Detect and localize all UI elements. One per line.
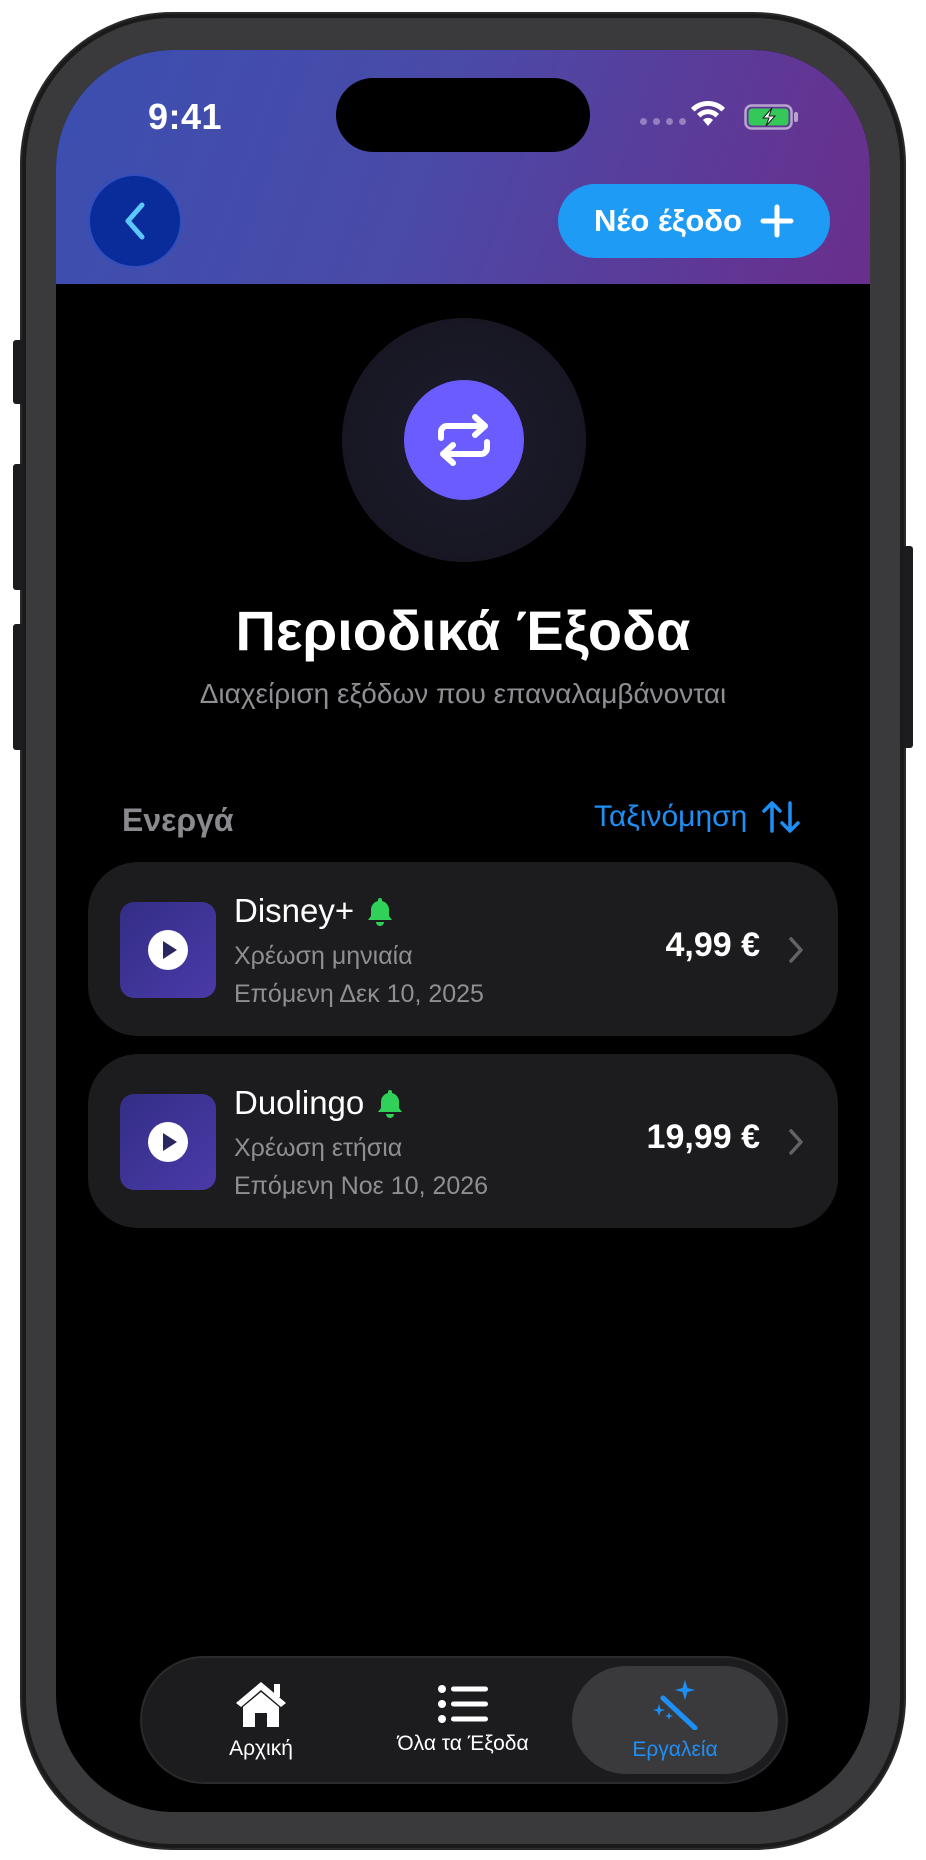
dynamic-island xyxy=(336,78,590,152)
mute-switch xyxy=(13,340,23,404)
play-icon xyxy=(148,1122,188,1162)
cellular-signal-icon xyxy=(640,118,686,125)
section-label-active: Ενεργά xyxy=(122,802,234,838)
repeat-icon xyxy=(438,414,490,466)
power-button xyxy=(903,546,913,748)
hero-icon-circle xyxy=(404,380,524,500)
play-icon xyxy=(148,930,188,970)
tab-all-expenses-label: Όλα τα Έξοδα xyxy=(397,1732,529,1755)
house-icon xyxy=(236,1682,286,1727)
tab-bar: Αρχική Όλα τα Έξοδα Εργαλεία xyxy=(142,1658,786,1782)
new-expense-button[interactable]: Νέο έξοδο xyxy=(558,184,830,258)
page-title: Περιοδικά Έξοδα xyxy=(235,599,691,662)
expense-next-date: Επόμενη Νοε 10, 2026 xyxy=(234,1172,489,1200)
expense-name-row: Disney+ xyxy=(234,892,394,930)
tab-all-expenses[interactable]: Όλα τα Έξοδα xyxy=(368,1666,558,1774)
sort-button[interactable]: Ταξινόμηση xyxy=(594,800,801,834)
bell-icon xyxy=(378,1090,403,1118)
expense-amount: 19,99 € xyxy=(646,1118,760,1156)
expense-name: Duolingo xyxy=(234,1084,365,1121)
expense-billing: Χρέωση μηνιαία xyxy=(234,942,413,970)
list-icon xyxy=(438,1685,488,1723)
new-expense-label: Νέο έξοδο xyxy=(593,203,742,238)
tab-tools[interactable]: Εργαλεία xyxy=(572,1666,778,1774)
volume-down-button xyxy=(13,624,23,750)
expense-card[interactable]: Duolingo Χρέωση ετήσια Επόμενη Νοε 10, 2… xyxy=(88,1054,838,1228)
back-button[interactable] xyxy=(90,176,180,266)
screen: 9:41 Νέο έξοδο Περιοδικά Έξοδα Διαχείρισ… xyxy=(56,50,870,1812)
wifi-icon xyxy=(691,100,725,126)
chevron-right-icon xyxy=(789,1129,803,1155)
magic-wand-icon xyxy=(653,1680,698,1730)
chevron-left-icon xyxy=(125,202,145,240)
expense-next-date: Επόμενη Δεκ 10, 2025 xyxy=(234,980,484,1008)
expense-thumbnail xyxy=(120,1094,216,1190)
expense-name-row: Duolingo xyxy=(234,1084,404,1122)
tab-tools-label: Εργαλεία xyxy=(632,1738,718,1761)
tab-home-label: Αρχική xyxy=(229,1737,293,1760)
expense-card[interactable]: Disney+ Χρέωση μηνιαία Επόμενη Δεκ 10, 2… xyxy=(88,862,838,1036)
battery-charging-icon xyxy=(744,104,798,130)
status-time: 9:41 xyxy=(148,96,223,137)
tab-home[interactable]: Αρχική xyxy=(182,1666,340,1774)
sort-label: Ταξινόμηση xyxy=(594,800,748,833)
plus-icon xyxy=(760,204,794,238)
volume-up-button xyxy=(13,464,23,590)
expense-name: Disney+ xyxy=(234,892,355,929)
page-subtitle: Διαχείριση εξόδων που επαναλαμβάνονται xyxy=(199,678,727,709)
expense-billing: Χρέωση ετήσια xyxy=(234,1134,403,1162)
expense-thumbnail xyxy=(120,902,216,998)
chevron-right-icon xyxy=(789,937,803,963)
sort-arrows-icon xyxy=(762,801,801,833)
bell-icon xyxy=(368,898,393,926)
expense-amount: 4,99 € xyxy=(665,926,760,964)
